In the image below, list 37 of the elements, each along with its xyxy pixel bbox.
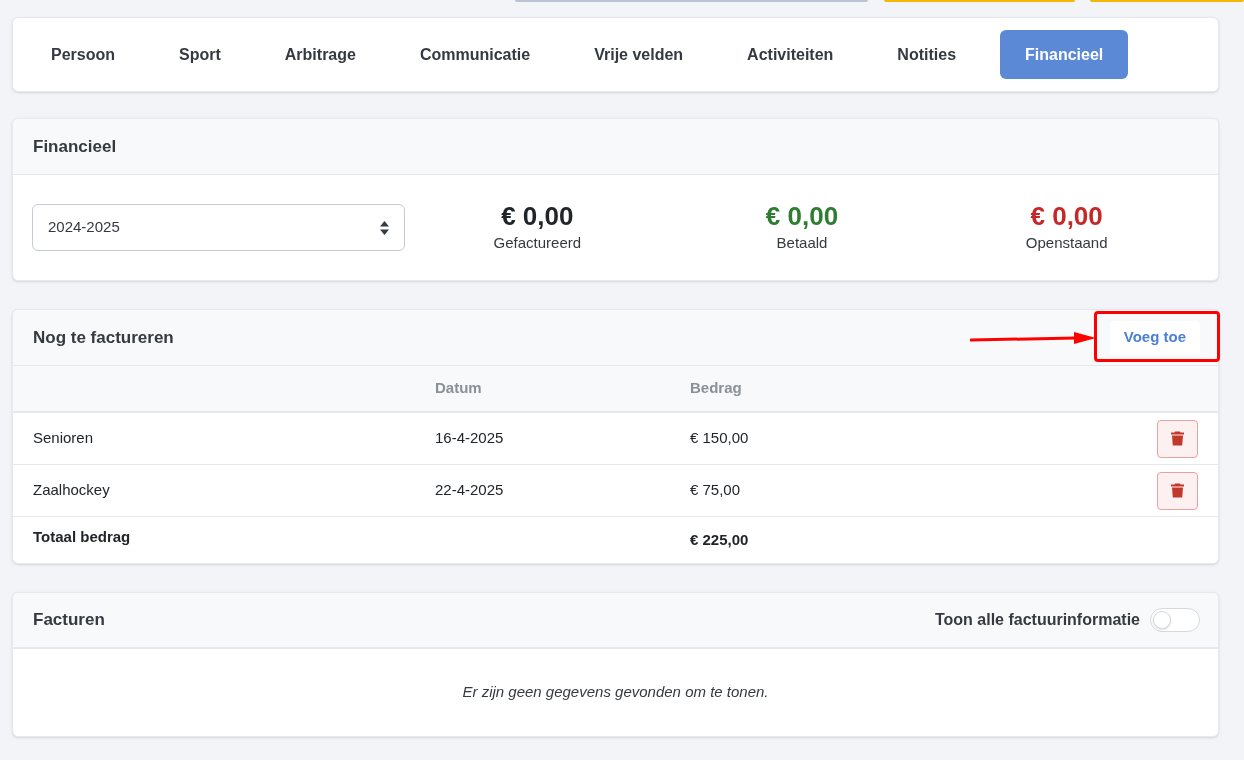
card-title: Facturen [33, 609, 105, 632]
tab[interactable]: Financieel [1000, 30, 1129, 79]
season-select[interactable]: 2024-2025 [32, 204, 405, 251]
total-label: Totaal bedrag [33, 526, 132, 547]
sort-caret-icon [380, 220, 389, 235]
card-title: Nog te factureren [33, 326, 174, 349]
trash-icon [1171, 483, 1184, 498]
delete-button[interactable] [1157, 419, 1198, 458]
delete-button[interactable] [1157, 471, 1198, 510]
tab[interactable]: Persoon [31, 30, 135, 79]
trash-icon [1171, 431, 1184, 446]
tab[interactable]: Activiteiten [727, 30, 854, 79]
table-cell-text: 16-4-2025 [435, 428, 505, 449]
tab[interactable]: Vrije velden [574, 30, 704, 79]
column-header: Bedrag [690, 378, 743, 399]
total-amount: € 225,00 [690, 529, 750, 550]
tab[interactable]: Arbitrage [264, 30, 376, 79]
table-cell-text: Zaalhockey [33, 480, 111, 501]
table-cell-text: 22-4-2025 [435, 480, 505, 501]
tab[interactable]: Notities [877, 30, 977, 79]
table-cell-text: € 150,00 [690, 428, 750, 449]
card-title: Financieel [33, 135, 117, 158]
tab[interactable]: Sport [159, 30, 241, 79]
column-header: Datum [435, 378, 483, 399]
amount-label: Gefactureerd [493, 233, 582, 254]
toggle-label: Toon alle factuurinformatie [934, 610, 1140, 630]
amount: € 0,00 [765, 200, 839, 233]
table-cell-text: € 75,00 [690, 480, 742, 501]
toggle-switch[interactable] [1150, 608, 1200, 632]
add-button[interactable]: Voeg toe [1109, 320, 1200, 355]
tab[interactable]: Communicatie [399, 30, 551, 79]
table-cell-text: Senioren [33, 428, 95, 449]
amount-label: Betaald [776, 233, 828, 254]
amount: € 0,00 [501, 200, 574, 233]
amount: € 0,00 [1030, 200, 1103, 233]
amount-label: Openstaand [1025, 233, 1108, 254]
empty-message: Er zijn geen gegevens gevonden om te tonen. [462, 682, 769, 703]
